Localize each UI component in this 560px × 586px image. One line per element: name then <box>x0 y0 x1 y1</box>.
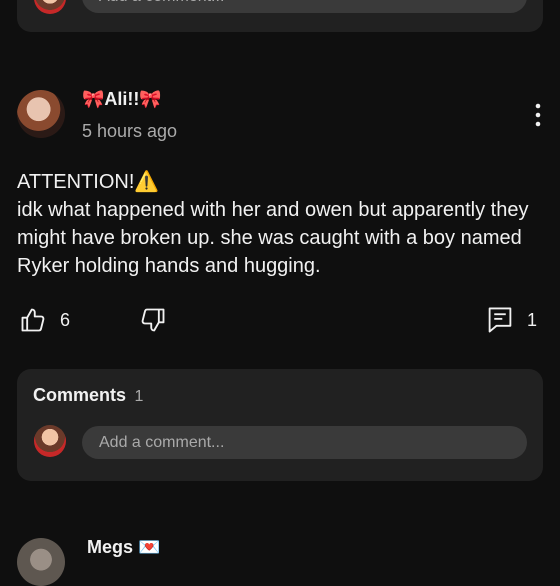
author-name[interactable]: 🎀Ali!!🎀 <box>82 89 162 110</box>
author-avatar[interactable] <box>17 90 65 138</box>
user-avatar <box>34 425 66 457</box>
add-comment-input[interactable]: Add a comment... <box>82 0 527 13</box>
like-count: 6 <box>60 310 71 330</box>
add-comment-input[interactable]: Add a comment... <box>82 426 527 459</box>
post-body-heading: ATTENTION!⚠️ <box>17 171 160 193</box>
comments-title: Comments <box>33 385 127 405</box>
next-author-avatar[interactable] <box>17 538 65 586</box>
reply-count: 1 <box>527 310 538 330</box>
top-comments-card: Add a comment... <box>17 0 543 32</box>
post-timestamp: 5 hours ago <box>82 121 178 141</box>
user-avatar <box>34 0 66 14</box>
next-author-name[interactable]: Megs 💌 <box>87 537 160 558</box>
thumbs-down-icon[interactable] <box>139 306 167 334</box>
comment-icon[interactable] <box>486 305 514 335</box>
more-vert-icon[interactable] <box>528 102 548 128</box>
comments-count: 1 <box>134 388 144 405</box>
thumbs-up-icon[interactable] <box>19 306 47 334</box>
comments-header: Comments 1 <box>33 385 143 406</box>
comments-card[interactable]: Comments 1 Add a comment... <box>17 369 543 481</box>
post-body-text: idk what happened with her and owen but … <box>17 199 529 277</box>
